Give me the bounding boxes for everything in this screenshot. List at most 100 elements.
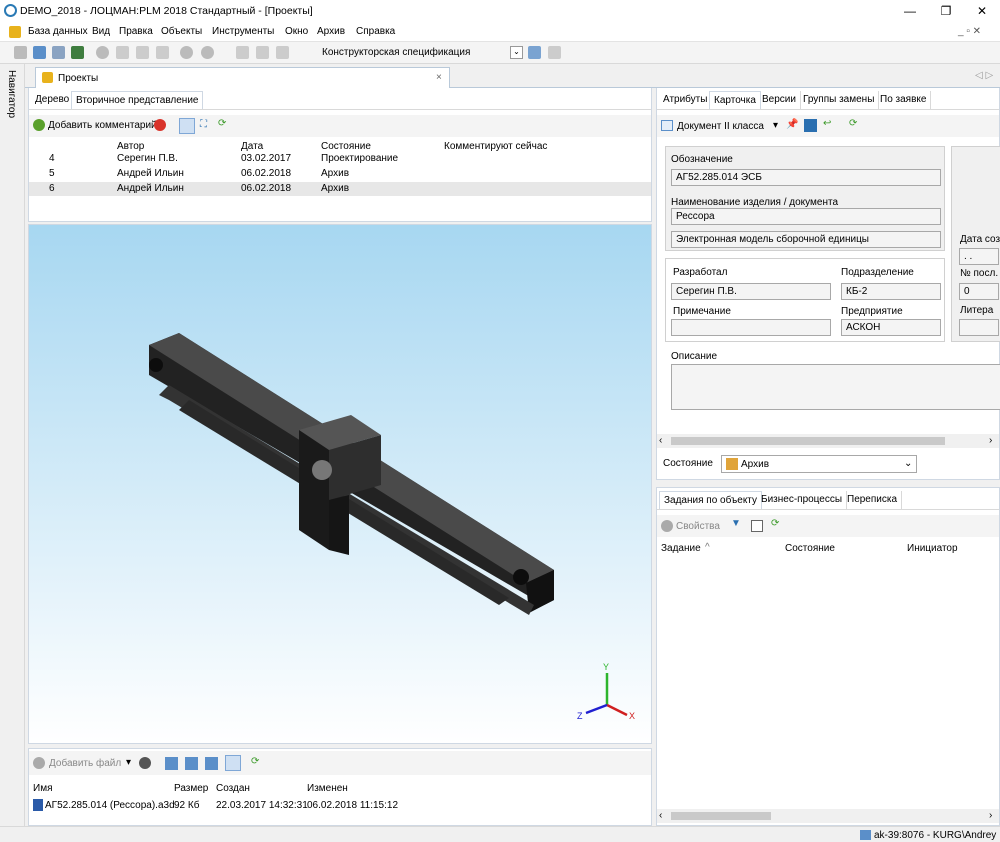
tab-replacement-groups[interactable]: Группы замены [799,91,880,109]
menu-tools[interactable]: Инструменты [212,26,274,37]
tab-business-processes[interactable]: Бизнес-процессы [757,491,848,509]
key-icon[interactable] [116,46,129,59]
state-select[interactable]: Архив ⌄ [721,455,917,473]
tab-by-request[interactable]: По заявке [876,91,932,109]
refresh-icon[interactable]: ⟳ [771,518,779,529]
col-header-date[interactable]: Дата [241,141,263,152]
doc-class-label[interactable]: Документ II класса [677,121,764,132]
menu-edit[interactable]: Правка [119,26,153,37]
tab-card[interactable]: Карточка [709,91,761,109]
toolbar-icon[interactable] [14,46,27,59]
tasks-hscrollbar[interactable]: ‹ › [657,809,999,823]
tab-attributes[interactable]: Атрибуты [659,91,713,109]
description-field[interactable] [671,364,1000,410]
col-header-task-state[interactable]: Состояние [785,543,835,554]
filter-icon[interactable]: ▼ [731,518,741,529]
scroll-thumb[interactable] [671,812,771,820]
add-icon[interactable] [33,119,45,131]
tree-icon[interactable] [33,46,46,59]
settings-icon[interactable] [528,46,541,59]
col-header-size[interactable]: Размер [174,783,208,794]
col-header-created[interactable]: Создан [216,783,250,794]
export-icon[interactable] [548,46,561,59]
refresh-icon[interactable]: ⟳ [218,118,226,129]
delete-icon[interactable] [154,119,166,131]
tab-versions[interactable]: Версии [758,91,801,109]
date-field[interactable]: . . [959,248,999,265]
info-icon[interactable] [661,520,673,532]
paste-icon[interactable] [276,46,289,59]
col-header-modified[interactable]: Изменен [307,783,348,794]
menu-database[interactable]: База данных [28,26,88,37]
menu-help[interactable]: Справка [356,26,395,37]
check-icon[interactable] [136,46,149,59]
save-icon[interactable] [156,46,169,59]
table-row[interactable]: 4 Серегин П.В. 03.02.2017 Проектирование [29,152,651,166]
save-icon[interactable] [804,119,817,132]
col-header-task[interactable]: Задание [661,543,701,554]
close-button[interactable]: ✕ [964,0,1000,22]
col-header-commenting[interactable]: Комментируют сейчас [444,141,547,152]
mdi-controls[interactable]: _ ▫ ✕ [958,26,981,37]
navigator-strip[interactable]: Навигатор [0,64,25,842]
search-icon[interactable] [201,46,214,59]
remove-file-icon[interactable] [139,757,151,769]
chevron-down-icon[interactable]: ▾ [126,757,131,768]
col-header-name[interactable]: Имя [33,783,52,794]
refresh-icon[interactable]: ⟳ [251,756,259,767]
file-row[interactable]: АГ52.285.014 (Рессора).a3d 92 Кб 22.03.2… [29,798,651,812]
properties-button[interactable]: Свойства [676,521,720,532]
undo-icon[interactable]: ↩ [823,118,831,129]
pin-icon[interactable]: 📌 [786,119,798,130]
dept-field[interactable]: КБ-2 [841,283,941,300]
tab-projects[interactable]: Проекты × [35,67,450,89]
tab-secondary-view[interactable]: Вторичное представление [71,91,204,109]
maximize-button[interactable]: ❐ [928,0,964,22]
name-field[interactable]: Рессора [671,208,941,225]
scroll-thumb[interactable] [671,437,945,445]
designation-field[interactable]: АГ52.285.014 ЭСБ [671,169,941,186]
add-file-icon[interactable] [33,757,45,769]
table-row[interactable]: 6 Андрей Ильин 06.02.2018 Архив [29,182,651,196]
minimize-button[interactable]: — [892,0,928,22]
chevron-down-icon[interactable]: ▾ [773,120,778,131]
refresh-icon[interactable]: ⟳ [849,118,857,129]
model-viewport[interactable]: Y X Z [28,224,652,744]
add-file-button[interactable]: Добавить файл [49,758,121,769]
menu-window[interactable]: Окно [285,26,308,37]
tabs-scroll-icon[interactable]: ◁ ▷ [975,70,993,81]
cut-icon[interactable] [236,46,249,59]
expand-icon[interactable]: ⛶ [200,119,207,130]
menu-view[interactable]: Вид [92,26,110,37]
spec-combo-label[interactable]: Конструкторская спецификация [322,47,470,58]
calendar-icon[interactable] [52,46,65,59]
menu-archive[interactable]: Архив [317,26,345,37]
tab-tree[interactable]: Дерево [31,91,75,109]
view-details-icon[interactable] [205,757,218,770]
dev-field[interactable]: Серегин П.В. [671,283,831,300]
add-comment-button[interactable]: Добавить комментарий [48,120,157,131]
scroll-right-icon[interactable]: › [989,435,992,446]
num-field[interactable]: 0 [959,283,999,300]
scroll-left-icon[interactable]: ‹ [659,435,662,446]
spec-combo-dropdown[interactable]: ⌄ [510,46,523,59]
circle-icon[interactable] [96,46,109,59]
tab-correspondence[interactable]: Переписка [843,491,903,509]
stop-icon[interactable] [180,46,193,59]
enterprise-field[interactable]: АСКОН [841,319,941,336]
col-header-author[interactable]: Автор [117,141,144,152]
litera-field[interactable] [959,319,999,336]
scroll-left-icon[interactable]: ‹ [659,810,662,821]
card-hscrollbar[interactable]: ‹ › [657,434,999,448]
view-table-icon[interactable] [225,755,241,771]
close-icon[interactable]: × [436,72,442,83]
col-header-state[interactable]: Состояние [321,141,371,152]
col-header-initiator[interactable]: Инициатор [907,543,958,554]
copy-icon[interactable] [256,46,269,59]
grid-icon[interactable] [71,46,84,59]
report-icon[interactable] [751,520,763,532]
tab-object-tasks[interactable]: Задания по объекту [659,491,763,509]
note-field[interactable] [671,319,831,336]
view-list-icon[interactable] [185,757,198,770]
name2-field[interactable]: Электронная модель сборочной единицы [671,231,941,248]
